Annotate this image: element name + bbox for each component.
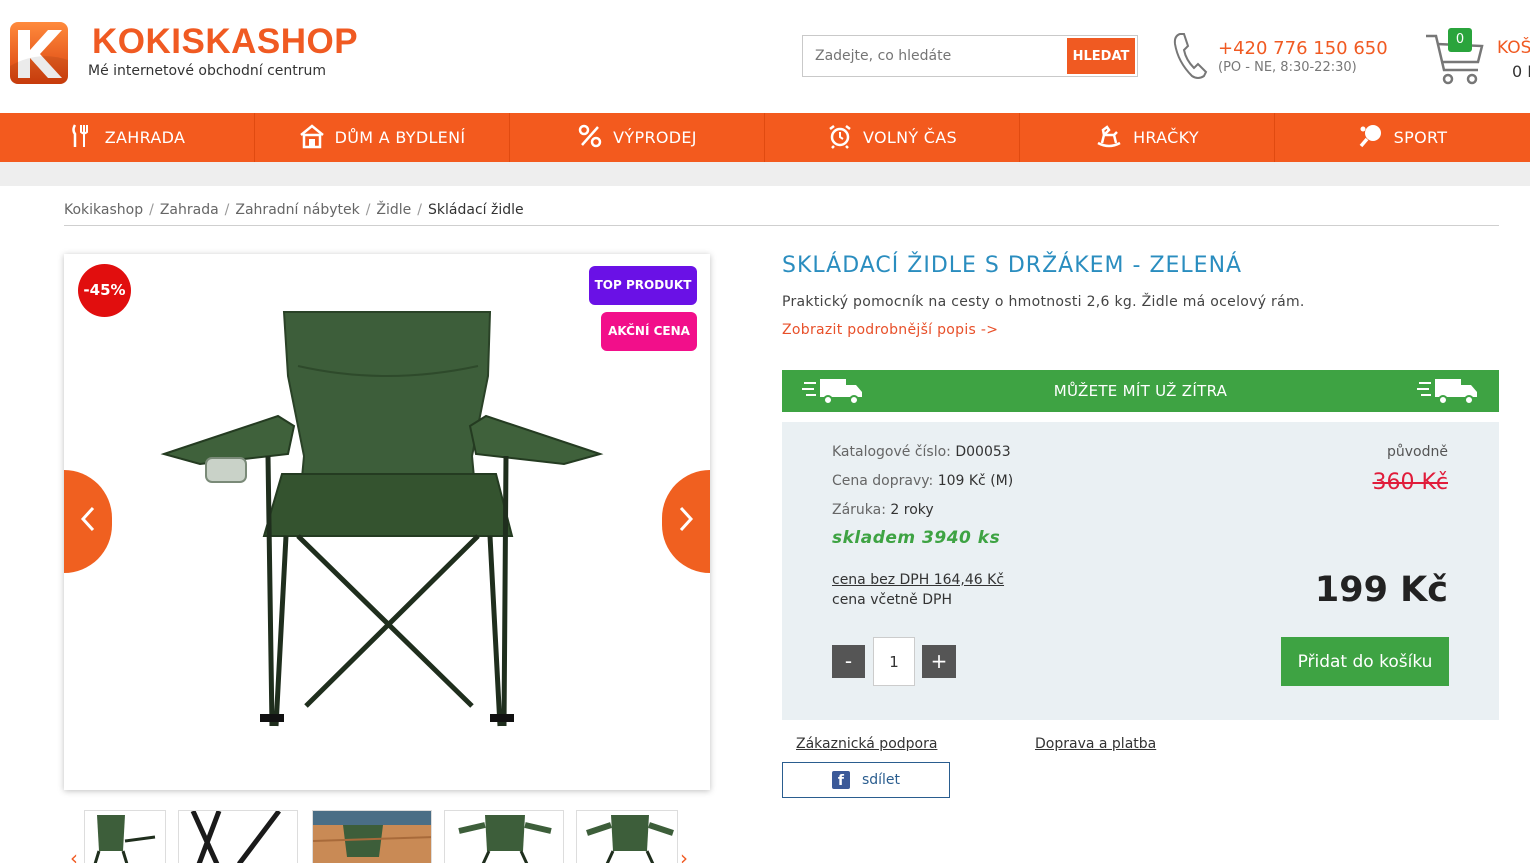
delivery-banner-text: MŮŽETE MÍT UŽ ZÍTRA: [1053, 382, 1228, 400]
rocking-horse-icon: [1095, 123, 1133, 153]
header: KOKISKASHOP Mé internetové obchodní cent…: [0, 0, 1530, 113]
shipping-value: 109 Kč (M): [937, 473, 1014, 489]
logo-icon[interactable]: [8, 20, 70, 86]
nav-item-dum-a-bydleni[interactable]: DŮM A BYDLENÍ: [255, 113, 510, 162]
thumbnail[interactable]: [312, 810, 432, 863]
nav-label: SPORT: [1393, 128, 1448, 147]
add-to-cart-button[interactable]: Přidat do košíku: [1281, 637, 1449, 686]
top-product-tag: TOP PRODUKT: [589, 266, 697, 305]
search-input[interactable]: [803, 36, 1068, 76]
sale-price-tag: AKČNÍ CENA: [601, 312, 697, 351]
phone-hours: (PO - NE, 8:30-22:30): [1218, 60, 1357, 75]
warranty-label: Záruka:: [832, 502, 886, 518]
thumbnail-next-icon[interactable]: ›: [680, 846, 688, 863]
shipping-payment-link[interactable]: Doprava a platba: [1035, 736, 1156, 752]
nav-item-hracky[interactable]: HRAČKY: [1020, 113, 1275, 162]
phone-number[interactable]: +420 776 150 650: [1218, 38, 1388, 59]
shipping-cost-row: Cena dopravy: 109 Kč (M): [832, 473, 1013, 489]
nav-item-vyprodej[interactable]: VÝPRODEJ: [510, 113, 765, 162]
garden-tools-icon: [69, 123, 105, 153]
chevron-left-icon: [79, 506, 97, 537]
logo-title[interactable]: KOKISKASHOP: [92, 22, 358, 62]
search-box: HLEDAT: [802, 35, 1138, 77]
nav-label: VÝPRODEJ: [613, 128, 697, 147]
price-without-vat[interactable]: cena bez DPH 164,46 Kč: [832, 572, 1004, 588]
alarm-clock-icon: [827, 123, 863, 153]
cart-sum: 0 K: [1512, 62, 1530, 81]
delivery-banner: MŮŽETE MÍT UŽ ZÍTRA: [782, 370, 1499, 412]
delivery-truck-icon: [802, 375, 864, 407]
delivery-truck-icon: [1417, 375, 1479, 407]
percent-icon: [577, 123, 613, 153]
product-title: SKLÁDACÍ ŽIDLE S DRŽÁKEM - ZELENÁ: [782, 253, 1243, 278]
price-panel: Katalogové číslo: D00053 Cena dopravy: 1…: [782, 422, 1499, 720]
chevron-right-icon: [677, 506, 695, 537]
thumbnail[interactable]: [84, 810, 166, 863]
product-description: Praktický pomocník na cesty o hmotnosti …: [782, 294, 1305, 310]
nav-label: DŮM A BYDLENÍ: [334, 128, 466, 147]
stock-status: skladem 3940 ks: [832, 528, 1001, 548]
quantity-decrease-button[interactable]: -: [832, 645, 865, 678]
nav-label: VOLNÝ ČAS: [863, 128, 957, 147]
divider-stripe: [0, 162, 1530, 186]
more-description-link[interactable]: Zobrazit podrobnější popis ->: [782, 322, 998, 338]
phone-icon: [1172, 30, 1208, 82]
thumbnail[interactable]: [444, 810, 564, 863]
catalog-label: Katalogové číslo:: [832, 444, 951, 460]
nav-item-volny-cas[interactable]: VOLNÝ ČAS: [765, 113, 1020, 162]
catalog-value: D00053: [955, 444, 1011, 460]
breadcrumb-current: Skládací židle: [428, 202, 524, 218]
nav-item-zahrada[interactable]: ZAHRADA: [0, 113, 255, 162]
product-image[interactable]: [160, 306, 604, 736]
original-price: 360 Kč: [1372, 470, 1448, 495]
main-nav: ZAHRADA DŮM A BYDLENÍ VÝPRODEJ VOLNÝ ČAS…: [0, 113, 1530, 162]
warranty-row: Záruka: 2 roky: [832, 502, 934, 518]
cart-label[interactable]: KOŠ: [1497, 38, 1530, 58]
current-price: 199 Kč: [1314, 570, 1448, 610]
warranty-value: 2 roky: [890, 502, 934, 518]
breadcrumb: Kokikashop / Zahrada / Zahradní nábytek / Židl…: [64, 202, 524, 218]
facebook-icon: f: [831, 771, 850, 789]
discount-badge: -45%: [78, 264, 131, 317]
thumbnail-strip: ‹ ›: [64, 810, 710, 863]
divider: [64, 225, 1499, 226]
logo-subtitle: Mé internetové obchodní centrum: [88, 63, 327, 79]
nav-label: HRAČKY: [1133, 128, 1199, 147]
shipping-label: Cena dopravy:: [832, 473, 934, 489]
gallery-next-button[interactable]: [662, 470, 710, 573]
price-with-vat-label: cena včetně DPH: [832, 592, 952, 608]
thumbnail[interactable]: [178, 810, 298, 863]
share-label: sdílet: [861, 772, 901, 788]
gallery-prev-button[interactable]: [64, 470, 112, 573]
product-gallery: -45% TOP PRODUKT AKČNÍ CENA: [64, 254, 710, 790]
customer-support-link[interactable]: Zákaznická podpora: [796, 736, 937, 752]
breadcrumb-item[interactable]: Zahradní nábytek: [235, 202, 359, 218]
cart-count-badge: 0: [1448, 28, 1472, 52]
original-price-label: původně: [1387, 444, 1448, 460]
nav-label: ZAHRADA: [104, 128, 186, 147]
quantity-input[interactable]: [873, 637, 915, 686]
house-icon: [299, 123, 335, 153]
breadcrumb-item[interactable]: Židle: [376, 202, 411, 218]
thumbnail[interactable]: [576, 810, 678, 863]
search-button[interactable]: HLEDAT: [1067, 38, 1135, 74]
breadcrumb-item[interactable]: Zahrada: [160, 202, 219, 218]
quantity-increase-button[interactable]: +: [922, 645, 956, 678]
ping-pong-icon: [1358, 123, 1394, 153]
facebook-share-button[interactable]: f sdílet: [782, 762, 950, 798]
nav-item-sport[interactable]: SPORT: [1275, 113, 1530, 162]
breadcrumb-item[interactable]: Kokikashop: [64, 202, 143, 218]
thumbnail-prev-icon[interactable]: ‹: [70, 846, 78, 863]
catalog-number-row: Katalogové číslo: D00053: [832, 444, 1011, 460]
